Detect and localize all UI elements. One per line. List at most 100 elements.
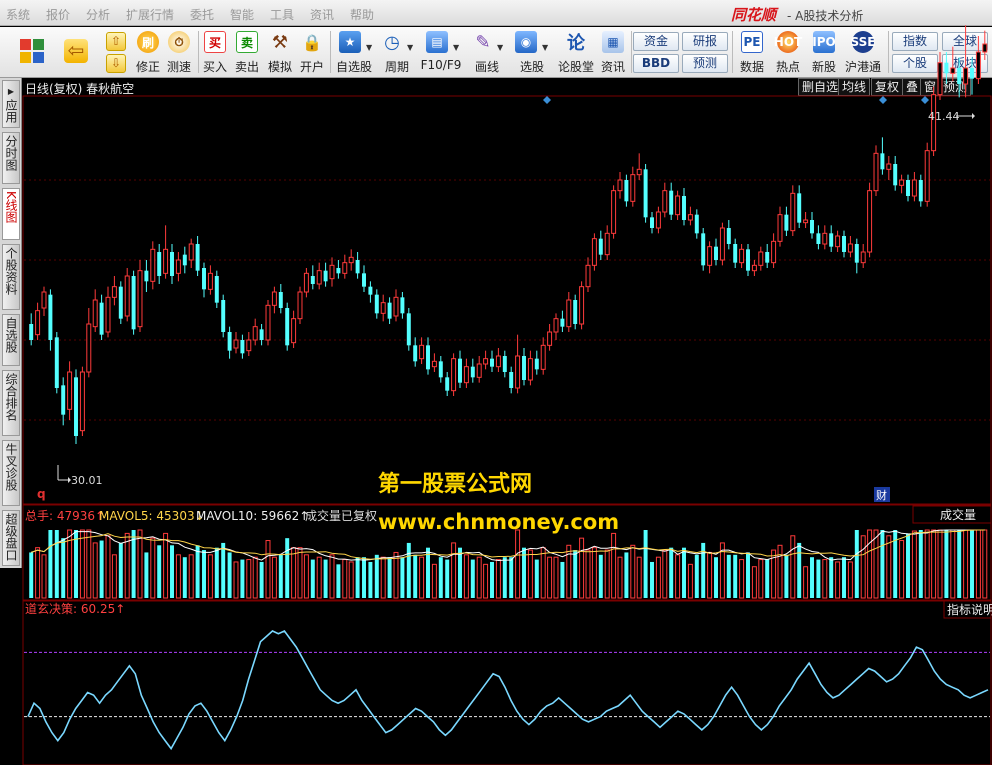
candle-body (540, 344, 546, 370)
menu-system[interactable]: 系统 (6, 6, 30, 23)
research-button[interactable]: 研报 (682, 32, 728, 51)
funds-button[interactable]: 资金 (633, 32, 679, 51)
side-tabs: ▶ 应用 分时图 K线图 个股资料 自选股 综合排名 牛叉诊股 超级盘口 (0, 78, 22, 568)
home-button[interactable] (14, 29, 50, 75)
sector-button[interactable]: 板块 (942, 54, 988, 73)
menu-order[interactable]: 委托 (190, 6, 214, 23)
watchlist-button[interactable]: ★ ▼ 自选股 (332, 29, 376, 75)
candle-body (682, 196, 686, 220)
tab-ranking[interactable]: 综合排名 (2, 370, 20, 436)
volume-bar (393, 551, 399, 599)
candle-body (182, 254, 187, 266)
volume-bar (271, 556, 277, 599)
tab-kline[interactable]: K线图 (2, 188, 20, 240)
candle (784, 206, 789, 236)
single-stock-button[interactable]: 个股 (892, 54, 938, 73)
candle-body (271, 291, 277, 306)
period-button[interactable]: ◷ ▼ 周期 (378, 29, 416, 75)
indicator-help-box[interactable] (943, 600, 992, 619)
candle (463, 358, 469, 388)
volume-bar (527, 549, 533, 599)
overlay-button[interactable]: 叠 (902, 78, 923, 96)
f10-button[interactable]: ▤ ▼ F10/F9 (419, 29, 463, 75)
candle-body (195, 244, 200, 271)
open-account-button[interactable]: 🔒 开户 (297, 29, 327, 75)
tab-intraday[interactable]: 分时图 (2, 132, 20, 184)
speed-test-button[interactable]: ⏱ 测速 (164, 29, 194, 75)
volume-bar (291, 547, 297, 599)
fire-icon: HOT (774, 31, 802, 53)
volume-bar (355, 557, 360, 598)
hotspot-button[interactable]: HOT 热点 (772, 29, 804, 75)
index-button[interactable]: 指数 (892, 32, 938, 51)
forum-button[interactable]: 论 论股堂 (556, 29, 596, 75)
global-button[interactable]: 全球 (942, 32, 988, 51)
candle (765, 244, 770, 268)
kline-chart[interactable]: 41.44 30.01 q 财 第一股票公式网 www.chnmoney.com… (0, 0, 992, 765)
candle (509, 366, 514, 394)
candle (362, 265, 366, 292)
bbd-button[interactable]: BBD (633, 54, 679, 73)
menu-analysis[interactable]: 分析 (86, 6, 110, 23)
cai-marker: 财 (876, 488, 887, 502)
candle (829, 225, 834, 252)
back-button[interactable]: ⇦ (58, 29, 94, 75)
window-button[interactable]: 窗 (920, 78, 941, 96)
correct-button[interactable]: 刷 修正 (132, 29, 164, 75)
mavol5-label: MAVOL5: 45303↓ (99, 509, 205, 523)
candle (495, 348, 501, 372)
candle (67, 361, 73, 420)
candle (733, 238, 738, 268)
menu-ext-market[interactable]: 扩展行情 (126, 6, 174, 23)
simulate-button[interactable]: ⚒ 模拟 (265, 29, 295, 75)
moving-average-button[interactable]: 均线 (838, 78, 871, 96)
forecast-header-button[interactable]: 预测 (939, 78, 972, 96)
price-pane (22, 95, 992, 505)
candle (675, 190, 681, 220)
cai-marker-box (874, 487, 890, 502)
pe-icon: PE (741, 31, 763, 53)
menu-quote[interactable]: 报价 (46, 6, 70, 23)
indicator-help-button[interactable]: 指标说明 (947, 602, 992, 617)
candle-body (74, 377, 78, 436)
volume-bar (458, 547, 462, 598)
stock-picker-button[interactable]: ◉ ▼ 选股 (512, 29, 552, 75)
tab-stock-profile[interactable]: 个股资料 (2, 244, 20, 310)
candle (387, 297, 392, 324)
volume-bar (810, 557, 814, 598)
candle-body (630, 174, 636, 202)
candle (751, 260, 757, 276)
candle-body (515, 355, 521, 389)
tab-diagnosis[interactable]: 牛叉诊股 (2, 440, 20, 506)
tab-super-orderbook[interactable]: 超级盘口 (2, 510, 20, 566)
buy-button[interactable]: 买 买入 (200, 29, 230, 75)
adjust-button[interactable]: 复权 (871, 78, 904, 96)
volume-bar (400, 557, 405, 598)
forecast-button[interactable]: 预测 (682, 54, 728, 73)
candle-body (604, 232, 610, 256)
menu-help[interactable]: 帮助 (350, 6, 374, 23)
draw-line-button[interactable]: ✎ ▼ 画线 (467, 29, 507, 75)
tab-watchlist[interactable]: 自选股 (2, 314, 20, 366)
remove-watchlist-button[interactable]: 删自选 (798, 78, 843, 96)
candle (240, 334, 245, 359)
volume-button-box[interactable] (912, 505, 992, 524)
tab-apps[interactable]: ▶ 应用 (2, 80, 20, 128)
candle-body (92, 299, 98, 328)
data-button[interactable]: PE 数据 (736, 29, 768, 75)
menu-smart[interactable]: 智能 (230, 6, 254, 23)
menu-news[interactable]: 资讯 (310, 6, 334, 23)
page-up-button[interactable]: ⇧ ⇩ (104, 29, 128, 75)
news-button[interactable]: ▦ 资讯 (598, 29, 628, 75)
volume-bar (463, 554, 469, 599)
candle-body (227, 332, 232, 351)
volume-button[interactable]: 成交量 (940, 507, 976, 522)
candle-body (393, 296, 399, 317)
candle (393, 289, 399, 322)
new-stock-button[interactable]: IPO 新股 (808, 29, 840, 75)
sell-button[interactable]: 卖 卖出 (232, 29, 262, 75)
hk-connect-button[interactable]: SSE 沪港通 (843, 29, 883, 75)
candle-body (483, 358, 489, 365)
menu-tools[interactable]: 工具 (270, 6, 294, 23)
volume-bar (893, 530, 898, 598)
